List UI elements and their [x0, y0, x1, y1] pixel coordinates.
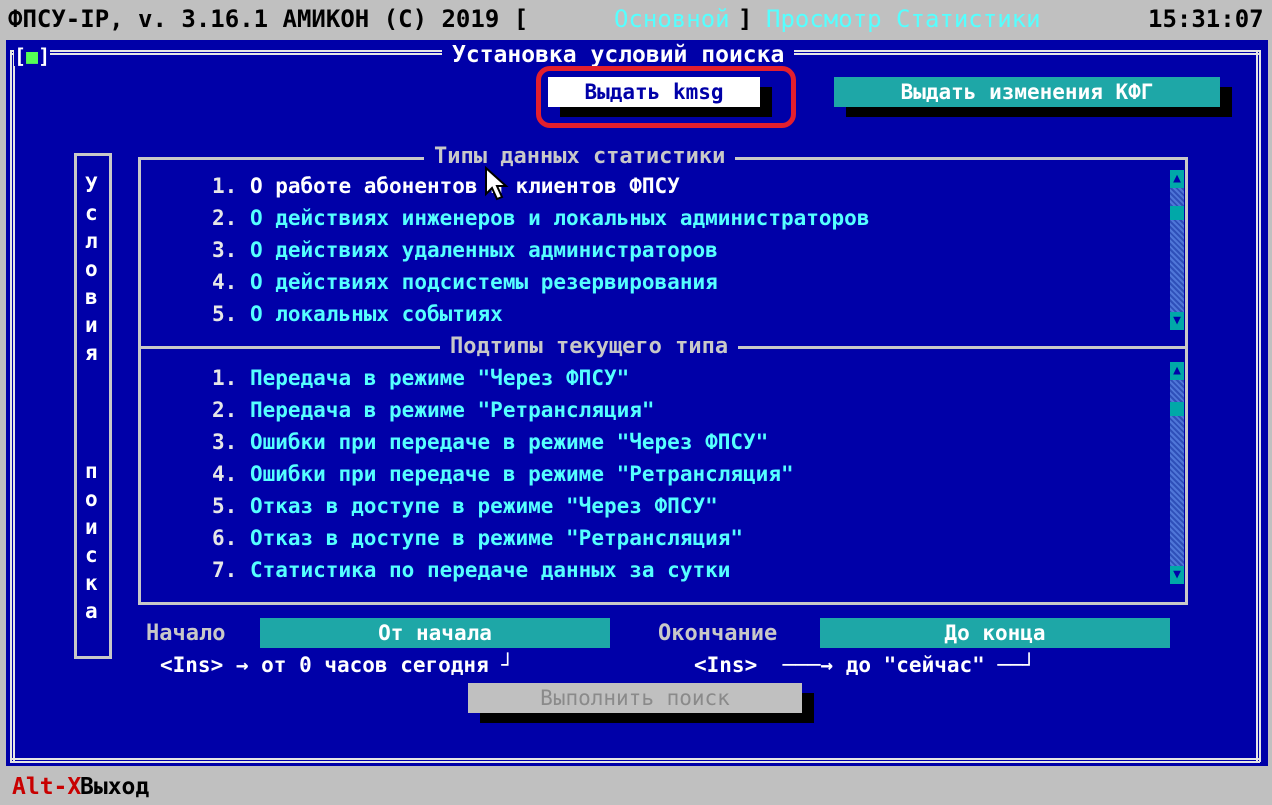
subtype-item[interactable]: 5. Отказ в доступе в режиме "Через ФПСУ": [212, 492, 718, 520]
vertical-label-char: п: [85, 459, 98, 483]
type-item[interactable]: 4. О действиях подсистемы резервирования: [212, 268, 718, 296]
type-item[interactable]: 2. О действиях инженеров и локальных адм…: [212, 204, 869, 232]
vertical-label-char: а: [85, 599, 98, 623]
app-title: ФПСУ-IP, v. 3.16.1 АМИКОН (С) 2019 [: [8, 5, 529, 33]
frame-right: [1256, 50, 1261, 762]
type-item[interactable]: 5. О локальных событиях: [212, 300, 503, 328]
subtype-item[interactable]: 3. Ошибки при передаче в режиме "Через Ф…: [212, 428, 768, 456]
scroll-thumb[interactable]: [1170, 402, 1184, 416]
types-group-caption: Типы данных статистики: [424, 144, 736, 170]
window-title: Установка условий поиска: [442, 42, 795, 68]
top-status-bar: ФПСУ-IP, v. 3.16.1 АМИКОН (С) 2019 [ Осн…: [0, 0, 1272, 40]
types-scrollbar[interactable]: ▲ ▼: [1170, 170, 1184, 330]
end-field[interactable]: До конца: [820, 618, 1170, 648]
vertical-label-char: о: [85, 257, 98, 281]
start-hint: <Ins> → от 0 часов сегодня ┘: [160, 653, 515, 677]
button-shadow: [802, 693, 814, 723]
vertical-label-char: к: [85, 571, 98, 595]
scroll-down-icon[interactable]: ▼: [1170, 566, 1184, 584]
view-title[interactable]: Просмотр Статистики: [766, 4, 1041, 34]
scroll-up-icon[interactable]: ▲: [1170, 170, 1184, 188]
issue-config-changes-button[interactable]: Выдать изменения КФГ: [834, 77, 1220, 107]
subtype-item[interactable]: 1. Передача в режиме "Через ФПСУ": [212, 364, 629, 392]
subtype-item[interactable]: 2. Передача в режиме "Ретрансляция": [212, 396, 655, 424]
subtypes-scrollbar[interactable]: ▲ ▼: [1170, 362, 1184, 584]
scroll-up-icon[interactable]: ▲: [1170, 362, 1184, 380]
button-shadow: [846, 107, 1232, 117]
bottom-status-bar: Alt-X Выход: [0, 770, 1272, 805]
scroll-thumb[interactable]: [1170, 206, 1184, 220]
close-icon[interactable]: [■]: [14, 46, 51, 66]
search-conditions-window: [■] Установка условий поиска Выдать kmsg…: [6, 40, 1268, 766]
exit-hotkey[interactable]: Alt-X: [12, 774, 81, 800]
mode-bracket: ]: [738, 5, 753, 33]
exit-label[interactable]: Выход: [80, 774, 149, 800]
terminal-screen: ФПСУ-IP, v. 3.16.1 АМИКОН (С) 2019 [ Осн…: [0, 0, 1272, 805]
subtype-item[interactable]: 4. Ошибки при передаче в режиме "Ретранс…: [212, 460, 794, 488]
vertical-label-char: и: [85, 313, 98, 337]
frame-left: [10, 50, 15, 762]
frame-bottom: [10, 758, 1260, 763]
scroll-down-icon[interactable]: ▼: [1170, 312, 1184, 330]
mouse-pointer-icon: [485, 166, 509, 201]
start-field[interactable]: От начала: [260, 618, 610, 648]
subtype-item[interactable]: 6. Отказ в доступе в режиме "Ретрансляци…: [212, 524, 743, 552]
search-conditions-vertical-label: У с л о в и я п о и с к а: [74, 153, 112, 659]
vertical-label-char: и: [85, 515, 98, 539]
clock: 15:31:07: [1148, 5, 1264, 33]
mode-indicator[interactable]: Основной: [614, 4, 730, 34]
subtype-item[interactable]: 7. Статистика по передаче данных за сутк…: [212, 556, 730, 584]
end-label: Окончание: [658, 621, 778, 646]
subtypes-group-caption: Подтипы текущего типа: [440, 334, 739, 360]
vertical-label-char: с: [85, 201, 98, 225]
run-search-button[interactable]: Выполнить поиск: [468, 683, 802, 713]
vertical-label-char: л: [85, 229, 98, 253]
button-shadow: [1220, 87, 1232, 117]
end-hint: <Ins> ───→ до "сейчас" ──┘: [694, 653, 1036, 677]
start-label: Начало: [146, 621, 226, 646]
button-shadow: [480, 713, 814, 723]
highlight-annotation: [536, 66, 796, 128]
vertical-label-char: с: [85, 543, 98, 567]
type-item[interactable]: 1. О работе абонентов и клиентов ФПСУ: [212, 172, 680, 200]
vertical-label-char: в: [85, 285, 98, 309]
vertical-label-char: У: [85, 173, 98, 197]
type-item[interactable]: 3. О действиях удаленных администраторов: [212, 236, 718, 264]
vertical-label-char: о: [85, 487, 98, 511]
vertical-label-char: я: [85, 341, 98, 365]
